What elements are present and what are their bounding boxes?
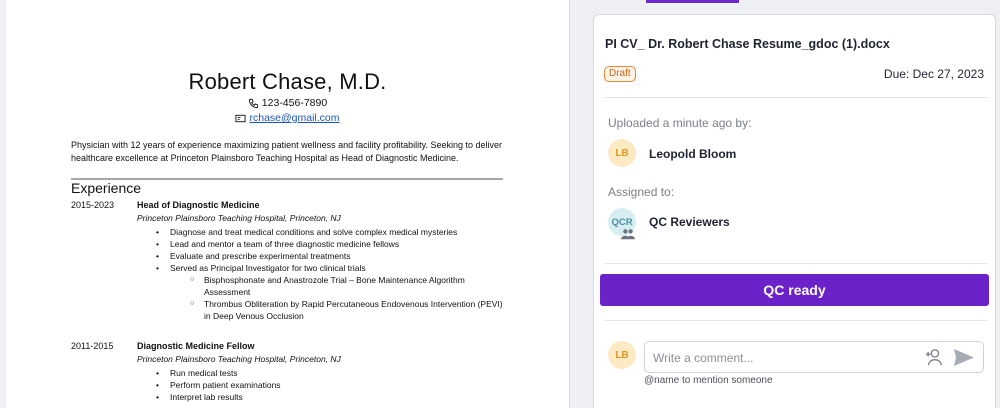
- job-years: 2015-2023: [71, 200, 115, 210]
- send-icon[interactable]: [954, 349, 974, 366]
- divider: [605, 320, 987, 321]
- people-icon: [621, 229, 635, 240]
- avatar: LB: [608, 341, 636, 369]
- email-icon: [235, 114, 247, 122]
- status-badge: Draft: [604, 66, 636, 82]
- job-organization: Princeton Plainsboro Teaching Hospital, …: [137, 213, 341, 223]
- file-title: PI CV_ Dr. Robert Chase Resume_gdoc (1).…: [605, 37, 890, 51]
- avatar: LB: [608, 139, 636, 167]
- comment-input[interactable]: [653, 349, 913, 367]
- job-years: 2011-2015: [71, 341, 114, 351]
- sub-list-item: Bisphosphonate and Anastrozole Trial – B…: [190, 274, 506, 298]
- email-line: rchase@gmail.com: [6, 112, 569, 124]
- list-item: Lead and mentor a team of three diagnost…: [156, 238, 506, 250]
- active-tab-indicator: [646, 0, 739, 3]
- list-item: Perform patient examinations: [156, 379, 456, 391]
- list-item-text: Served as Principal Investigator for two…: [170, 263, 366, 273]
- list-item: Diagnose and treat medical conditions an…: [156, 226, 506, 238]
- list-item: Evaluate and prescribe experimental trea…: [156, 250, 506, 262]
- sub-bullets: Bisphosphonate and Anastrozole Trial – B…: [190, 274, 506, 322]
- resume-summary: Physician with 12 years of experience ma…: [71, 140, 503, 163]
- uploader-name: Leopold Bloom: [649, 147, 737, 161]
- uploaded-label: Uploaded a minute ago by:: [608, 116, 752, 130]
- phone-icon: [248, 98, 258, 108]
- mention-hint: @name to mention someone: [644, 375, 773, 386]
- document-details-panel: PI CV_ Dr. Robert Chase Resume_gdoc (1).…: [593, 14, 996, 408]
- job-title: Diagnostic Medicine Fellow: [137, 341, 255, 351]
- due-date: Due: Dec 27, 2023: [883, 67, 984, 81]
- divider: [605, 263, 987, 264]
- phone-line: 123-456-7890: [6, 97, 569, 109]
- sub-list-item: Thrombus Obliteration by Rapid Percutane…: [190, 298, 506, 322]
- section-title: Experience: [71, 180, 142, 196]
- job-title: Head of Diagnostic Medicine: [137, 200, 260, 210]
- email-link[interactable]: rchase@gmail.com: [249, 112, 339, 124]
- document-preview: Robert Chase, M.D. 123-456-7890 rchase@g…: [6, 0, 570, 408]
- comment-box: [644, 341, 984, 373]
- job-organization: Princeton Plainsboro Teaching Hospital, …: [137, 354, 341, 364]
- phone-number: 123-456-7890: [261, 97, 328, 109]
- list-item: Run medical tests: [156, 367, 456, 379]
- list-item: Interpret lab results: [156, 391, 456, 403]
- assignee-name[interactable]: QC Reviewers: [649, 215, 730, 229]
- assigned-label: Assigned to:: [608, 185, 675, 199]
- resume-name: Robert Chase, M.D.: [188, 69, 387, 94]
- list-item: Served as Principal Investigator for two…: [156, 262, 506, 322]
- job-bullets: Run medical tests Perform patient examin…: [156, 367, 456, 403]
- add-person-icon[interactable]: [925, 348, 943, 366]
- qc-ready-button[interactable]: QC ready: [600, 274, 989, 306]
- job-bullets: Diagnose and treat medical conditions an…: [156, 226, 506, 322]
- divider: [605, 97, 987, 98]
